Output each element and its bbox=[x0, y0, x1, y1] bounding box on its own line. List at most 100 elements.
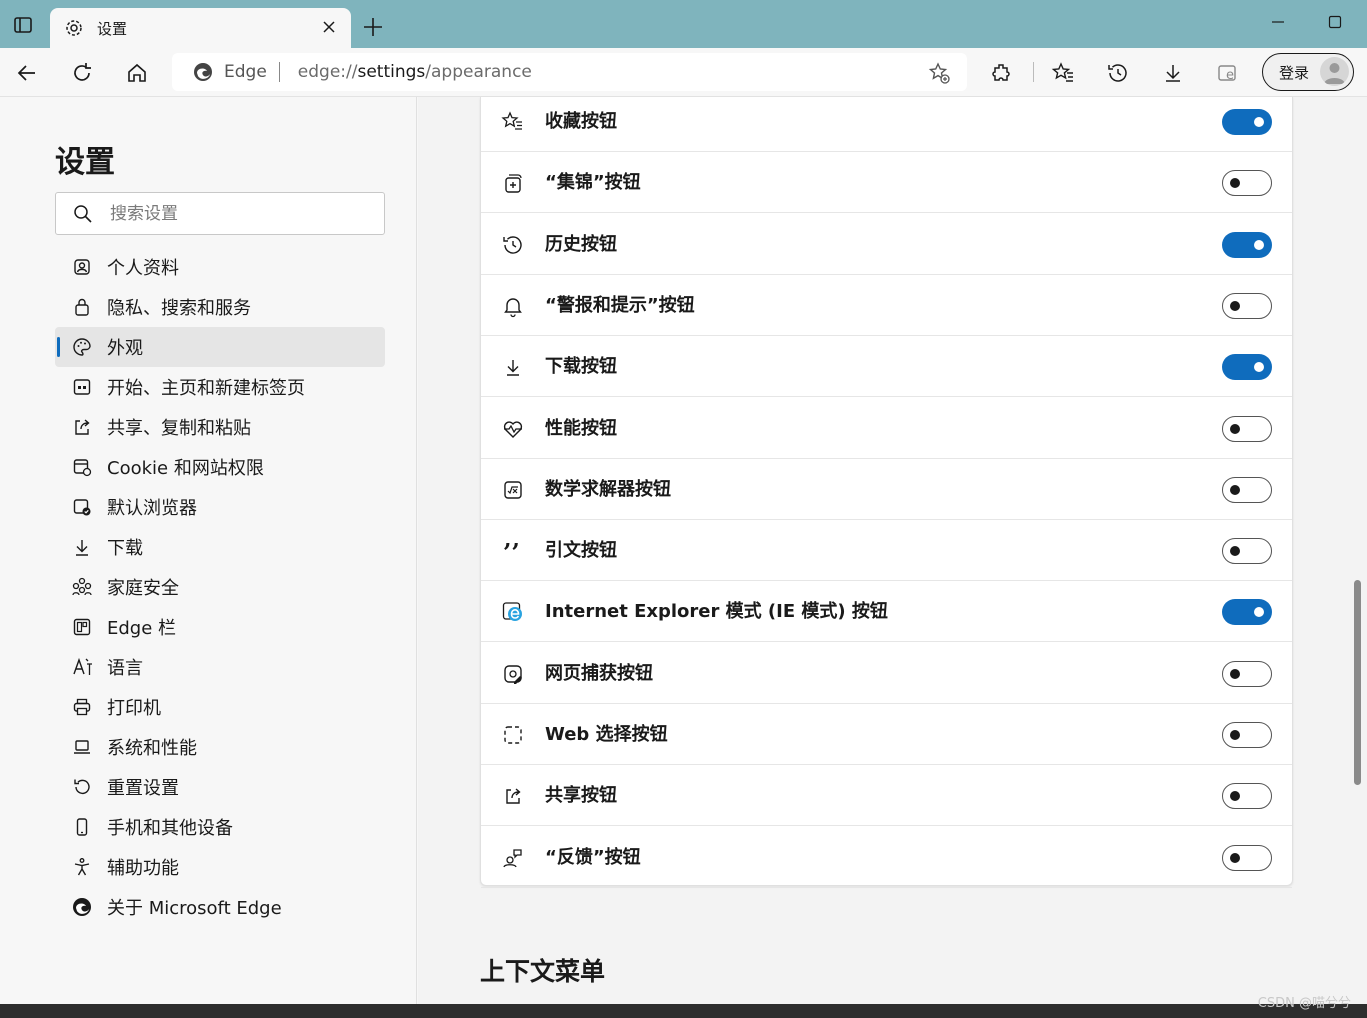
setting-row: “集锦”按钮 bbox=[481, 152, 1292, 214]
favorites-icon[interactable] bbox=[1047, 57, 1079, 89]
profile-icon bbox=[71, 256, 93, 278]
toggle-switch[interactable] bbox=[1222, 415, 1272, 442]
toolbar-divider bbox=[1033, 62, 1034, 82]
toggle-knob bbox=[1254, 607, 1264, 618]
tab-settings[interactable]: 设置 bbox=[50, 8, 351, 48]
setting-label: “警报和提示”按钮 bbox=[545, 294, 695, 316]
setting-row: 网页捕获按钮 bbox=[481, 643, 1292, 704]
search-input[interactable] bbox=[110, 203, 350, 224]
setting-label: 引文按钮 bbox=[545, 540, 617, 562]
toggle-knob bbox=[1230, 178, 1240, 189]
sidebar-item-11[interactable]: 打印机 bbox=[55, 687, 385, 727]
sidebar-item-16[interactable]: 关于 Microsoft Edge bbox=[55, 887, 385, 927]
performance-icon bbox=[501, 417, 525, 441]
sidebar-item-8[interactable]: 家庭安全 bbox=[55, 567, 385, 607]
setting-row: “反馈”按钮 bbox=[481, 827, 1292, 888]
toggle-switch[interactable] bbox=[1222, 538, 1272, 565]
sidebar-item-label: 共享、复制和粘贴 bbox=[107, 418, 251, 439]
sidebar-item-15[interactable]: 辅助功能 bbox=[55, 847, 385, 887]
scrollbar-thumb[interactable] bbox=[1354, 580, 1361, 785]
edge-logo-icon bbox=[192, 61, 214, 83]
toggle-switch[interactable] bbox=[1222, 170, 1272, 197]
settings-sidebar: 设置 个人资料隐私、搜索和服务外观开始、主页和新建标签页共享、复制和粘贴 Cook… bbox=[0, 97, 417, 1004]
toggle-switch[interactable] bbox=[1222, 292, 1272, 319]
toggle-switch[interactable] bbox=[1222, 660, 1272, 687]
sidebar-item-label: 手机和其他设备 bbox=[107, 818, 233, 839]
history-icon bbox=[501, 233, 525, 257]
search-box[interactable] bbox=[55, 192, 385, 235]
toggle-switch[interactable] bbox=[1222, 476, 1272, 503]
setting-label: 数学求解器按钮 bbox=[545, 478, 671, 500]
start-page-icon bbox=[71, 376, 93, 398]
scrollbar[interactable] bbox=[1349, 97, 1367, 1004]
new-tab-icon[interactable] bbox=[361, 15, 385, 39]
sidebar-item-label: Cookie 和网站权限 bbox=[107, 458, 264, 479]
setting-label: 网页捕获按钮 bbox=[545, 662, 653, 684]
sidebar-item-3[interactable]: 开始、主页和新建标签页 bbox=[55, 367, 385, 407]
tab-title: 设置 bbox=[97, 19, 128, 38]
setting-label: 收藏按钮 bbox=[545, 111, 617, 132]
toggle-knob bbox=[1230, 730, 1240, 740]
extensions-icon[interactable] bbox=[986, 57, 1018, 89]
close-tab-icon[interactable] bbox=[319, 17, 339, 37]
login-button[interactable]: 登录 bbox=[1262, 53, 1354, 91]
page-title: 设置 bbox=[55, 145, 115, 180]
download-icon bbox=[71, 536, 93, 558]
palette-icon bbox=[71, 336, 93, 358]
setting-row: 共享按钮 bbox=[481, 765, 1292, 827]
sidebar-item-9[interactable]: Edge 栏 bbox=[55, 607, 385, 647]
login-label: 登录 bbox=[1279, 63, 1310, 82]
setting-label: 历史按钮 bbox=[545, 233, 617, 255]
sidebar-item-14[interactable]: 手机和其他设备 bbox=[55, 807, 385, 847]
sidebar-item-5[interactable]: Cookie 和网站权限 bbox=[55, 447, 385, 487]
setting-label: 性能按钮 bbox=[545, 417, 617, 439]
setting-row: “警报和提示”按钮 bbox=[481, 275, 1292, 336]
back-icon[interactable] bbox=[11, 57, 43, 89]
sidebar-item-0[interactable]: 个人资料 bbox=[55, 247, 385, 287]
history-icon[interactable] bbox=[1102, 57, 1134, 89]
default-browser-icon bbox=[71, 496, 93, 518]
sidebar-item-2[interactable]: 外观 bbox=[55, 327, 385, 367]
gear-icon bbox=[63, 17, 85, 39]
toggle-switch[interactable] bbox=[1222, 722, 1272, 748]
ie-mode-icon[interactable]: e bbox=[1212, 57, 1244, 89]
sidebar-item-label: 个人资料 bbox=[107, 258, 179, 279]
svg-text:’’: ’’ bbox=[503, 539, 520, 563]
setting-label: Web 选择按钮 bbox=[545, 724, 668, 745]
sidebar-item-13[interactable]: 重置设置 bbox=[55, 767, 385, 807]
family-icon bbox=[71, 576, 93, 598]
add-favorite-icon[interactable] bbox=[927, 61, 951, 85]
maximize-icon[interactable] bbox=[1323, 10, 1347, 34]
sidebar-item-6[interactable]: 默认浏览器 bbox=[55, 487, 385, 527]
sidebar-item-7[interactable]: 下载 bbox=[55, 527, 385, 567]
sidebar-item-label: 关于 Microsoft Edge bbox=[107, 898, 282, 919]
url-text[interactable]: edge://settings/appearance bbox=[298, 62, 532, 82]
tab-actions-icon[interactable] bbox=[12, 14, 34, 36]
toggle-knob bbox=[1254, 362, 1264, 373]
minimize-icon[interactable] bbox=[1266, 10, 1290, 34]
taskbar-edge bbox=[0, 1004, 1367, 1018]
refresh-icon[interactable] bbox=[66, 57, 98, 89]
sidebar-item-4[interactable]: 共享、复制和粘贴 bbox=[55, 407, 385, 447]
toggle-switch[interactable] bbox=[1222, 599, 1272, 626]
sidebar-item-1[interactable]: 隐私、搜索和服务 bbox=[55, 287, 385, 327]
toggle-switch[interactable] bbox=[1222, 231, 1272, 258]
favorites-icon bbox=[501, 110, 525, 134]
toggle-switch[interactable] bbox=[1222, 354, 1272, 381]
accessibility-icon bbox=[71, 856, 93, 878]
search-icon bbox=[73, 204, 93, 224]
sidebar-item-label: Edge 栏 bbox=[107, 618, 177, 639]
toggle-switch[interactable] bbox=[1222, 109, 1272, 135]
toggle-switch[interactable] bbox=[1222, 783, 1272, 810]
toggle-knob bbox=[1230, 546, 1240, 557]
downloads-icon[interactable] bbox=[1157, 57, 1189, 89]
toggle-switch[interactable] bbox=[1222, 844, 1272, 871]
address-bar[interactable]: Edge edge://settings/appearance bbox=[172, 53, 967, 91]
sidebar-item-10[interactable]: 语言 bbox=[55, 647, 385, 687]
sidebar-item-label: 系统和性能 bbox=[107, 738, 197, 759]
home-icon[interactable] bbox=[121, 57, 153, 89]
sidebar-item-12[interactable]: 系统和性能 bbox=[55, 727, 385, 767]
citation-icon: ’’ bbox=[501, 539, 525, 563]
lock-icon bbox=[71, 296, 93, 318]
svg-text:e: e bbox=[1226, 68, 1234, 83]
